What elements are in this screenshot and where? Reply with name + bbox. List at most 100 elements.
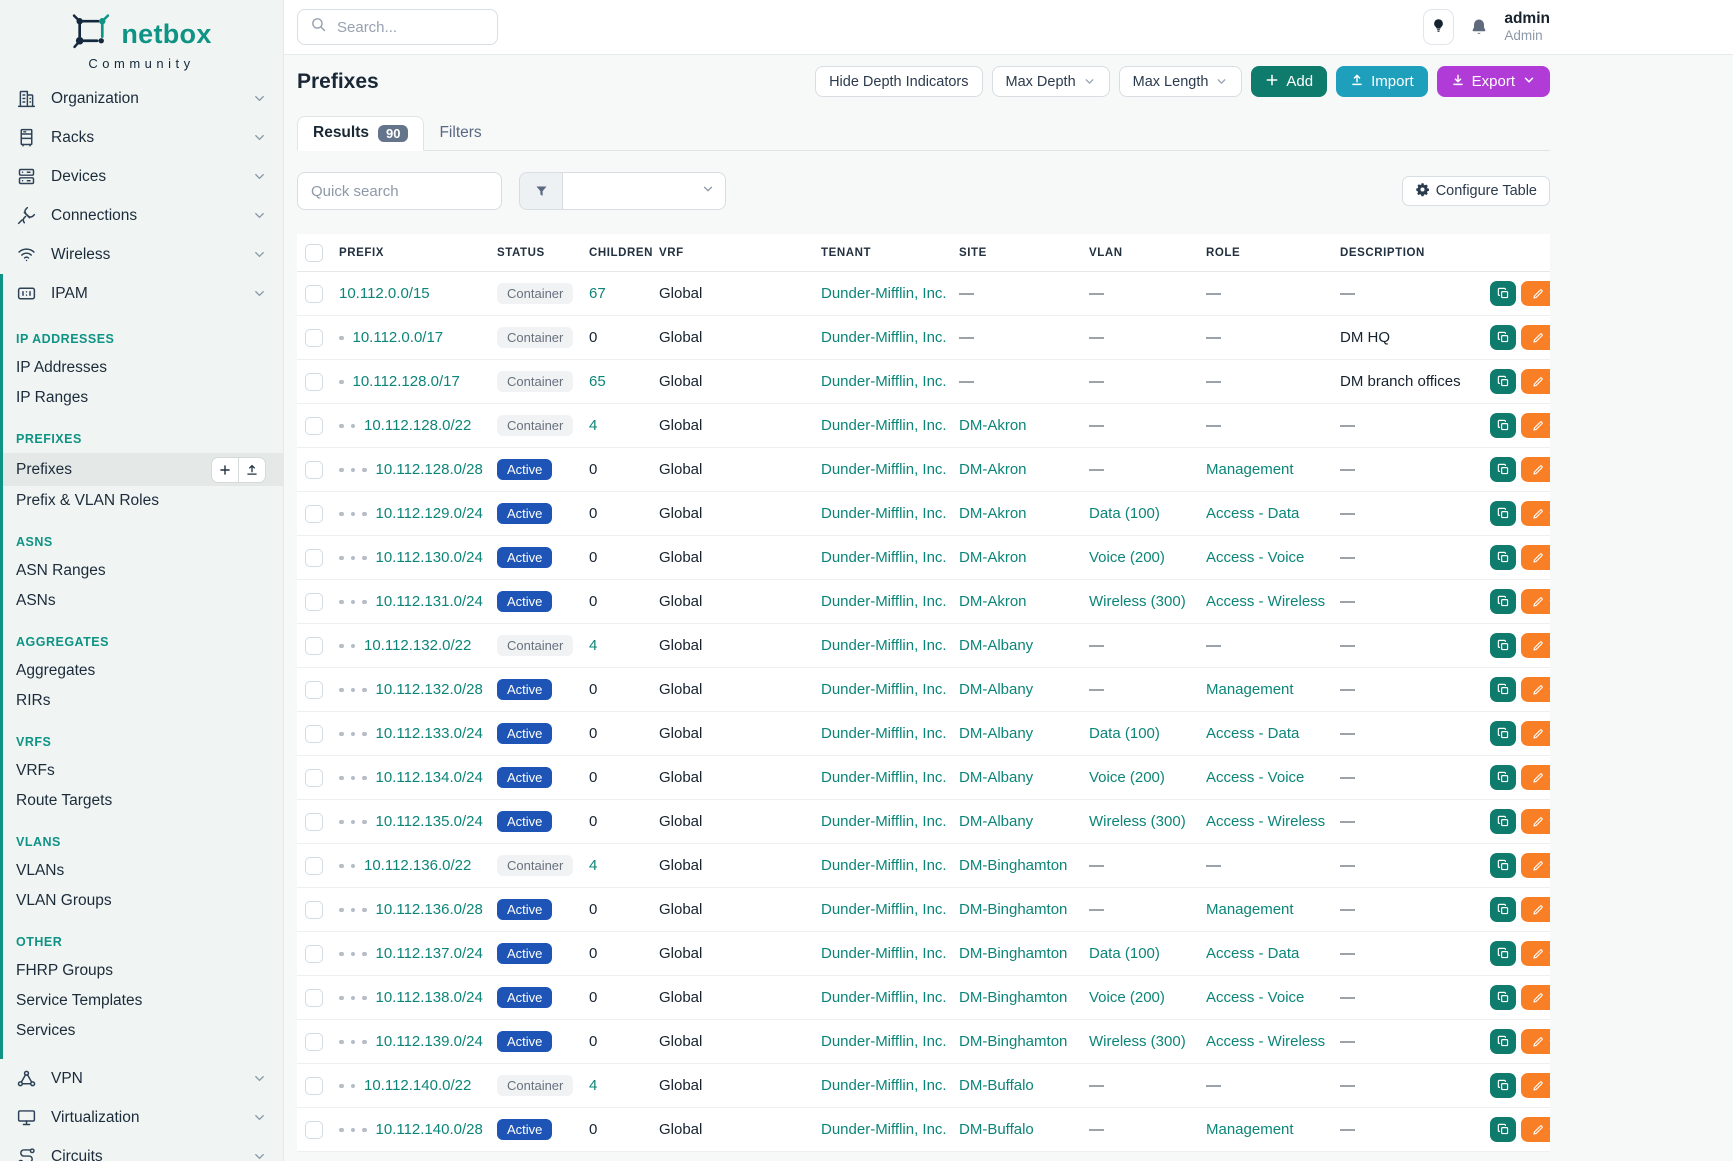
edit-button[interactable] [1521, 281, 1550, 306]
tenant-link[interactable]: Dunder-Mifflin, Inc. [821, 505, 947, 522]
edit-button[interactable] [1521, 985, 1550, 1010]
row-checkbox[interactable] [305, 285, 323, 303]
vlan-link[interactable]: Data (100) [1089, 945, 1160, 962]
theme-toggle-button[interactable] [1423, 9, 1454, 45]
row-checkbox[interactable] [305, 681, 323, 699]
role-link[interactable]: Management [1206, 901, 1294, 918]
copy-button[interactable] [1490, 633, 1516, 658]
edit-button[interactable] [1521, 413, 1550, 438]
tenant-link[interactable]: Dunder-Mifflin, Inc. [821, 1033, 947, 1050]
sidebar-item-aggregates[interactable]: Aggregates [3, 656, 283, 686]
row-checkbox[interactable] [305, 1077, 323, 1095]
role-link[interactable]: Access - Data [1206, 725, 1299, 742]
sidebar-item-circuits[interactable]: Circuits [0, 1137, 283, 1161]
select-all-checkbox[interactable] [305, 244, 323, 262]
add-button[interactable]: Add [1251, 66, 1327, 97]
vlan-link[interactable]: Wireless (300) [1089, 1033, 1186, 1050]
copy-button[interactable] [1490, 677, 1516, 702]
role-link[interactable]: Access - Data [1206, 945, 1299, 962]
role-link[interactable]: Access - Wireless [1206, 813, 1325, 830]
prefix-link[interactable]: 10.112.131.0/24 [376, 593, 483, 610]
copy-button[interactable] [1490, 545, 1516, 570]
site-link[interactable]: DM-Akron [959, 505, 1027, 522]
sidebar-item-ipam[interactable]: IPAM [3, 274, 283, 313]
row-checkbox[interactable] [305, 945, 323, 963]
vlan-link[interactable]: Voice (200) [1089, 989, 1165, 1006]
role-link[interactable]: Management [1206, 681, 1294, 698]
role-link[interactable]: Access - Voice [1206, 989, 1304, 1006]
sidebar-item-vrfs[interactable]: VRFs [3, 756, 283, 786]
prefix-link[interactable]: 10.112.136.0/22 [364, 857, 471, 874]
tenant-link[interactable]: Dunder-Mifflin, Inc. [821, 681, 947, 698]
copy-button[interactable] [1490, 413, 1516, 438]
edit-button[interactable] [1521, 1029, 1550, 1054]
max-depth-dropdown[interactable]: Max Depth [992, 66, 1110, 97]
sidebar-item-asn-ranges[interactable]: ASN Ranges [3, 556, 283, 586]
children-count-link[interactable]: 65 [589, 373, 606, 390]
edit-button[interactable] [1521, 545, 1550, 570]
filter-field-select[interactable] [563, 172, 726, 210]
sidebar-item-ip-ranges[interactable]: IP Ranges [3, 383, 283, 413]
tenant-link[interactable]: Dunder-Mifflin, Inc. [821, 417, 947, 434]
edit-button[interactable] [1521, 897, 1550, 922]
tenant-link[interactable]: Dunder-Mifflin, Inc. [821, 593, 947, 610]
search-input[interactable] [337, 19, 485, 36]
notifications-bell-icon[interactable] [1469, 17, 1489, 37]
role-link[interactable]: Management [1206, 461, 1294, 478]
sidebar-item-vpn[interactable]: VPN [0, 1059, 283, 1098]
edit-button[interactable] [1521, 369, 1550, 394]
edit-button[interactable] [1521, 1073, 1550, 1098]
prefix-link[interactable]: 10.112.128.0/28 [376, 461, 483, 478]
prefix-link[interactable]: 10.112.140.0/22 [364, 1077, 471, 1094]
role-link[interactable]: Access - Voice [1206, 769, 1304, 786]
copy-button[interactable] [1490, 501, 1516, 526]
prefix-link[interactable]: 10.112.136.0/28 [376, 901, 483, 918]
edit-button[interactable] [1521, 853, 1550, 878]
site-link[interactable]: DM-Albany [959, 769, 1033, 786]
row-checkbox[interactable] [305, 1033, 323, 1051]
sidebar-item-rirs[interactable]: RIRs [3, 686, 283, 716]
prefix-link[interactable]: 10.112.140.0/28 [376, 1121, 483, 1138]
role-link[interactable]: Access - Wireless [1206, 1033, 1325, 1050]
row-checkbox[interactable] [305, 857, 323, 875]
children-count-link[interactable]: 67 [589, 285, 606, 302]
tenant-link[interactable]: Dunder-Mifflin, Inc. [821, 813, 947, 830]
tenant-link[interactable]: Dunder-Mifflin, Inc. [821, 373, 947, 390]
site-link[interactable]: DM-Binghamton [959, 901, 1067, 918]
prefix-link[interactable]: 10.112.0.0/17 [353, 329, 444, 346]
site-link[interactable]: DM-Binghamton [959, 945, 1067, 962]
edit-button[interactable] [1521, 325, 1550, 350]
row-checkbox[interactable] [305, 901, 323, 919]
edit-button[interactable] [1521, 501, 1550, 526]
row-checkbox[interactable] [305, 593, 323, 611]
tenant-link[interactable]: Dunder-Mifflin, Inc. [821, 901, 947, 918]
copy-button[interactable] [1490, 1029, 1516, 1054]
sidebar-item-connections[interactable]: Connections [0, 196, 283, 235]
sidebar-item-services[interactable]: Services [3, 1016, 283, 1046]
sidebar-item-route-targets[interactable]: Route Targets [3, 786, 283, 816]
tenant-link[interactable]: Dunder-Mifflin, Inc. [821, 461, 947, 478]
role-link[interactable]: Access - Voice [1206, 549, 1304, 566]
row-checkbox[interactable] [305, 725, 323, 743]
prefix-link[interactable]: 10.112.129.0/24 [376, 505, 483, 522]
row-checkbox[interactable] [305, 329, 323, 347]
tenant-link[interactable]: Dunder-Mifflin, Inc. [821, 549, 947, 566]
copy-button[interactable] [1490, 897, 1516, 922]
vlan-link[interactable]: Data (100) [1089, 505, 1160, 522]
copy-button[interactable] [1490, 985, 1516, 1010]
edit-button[interactable] [1521, 1117, 1550, 1142]
children-count-link[interactable]: 4 [589, 857, 597, 874]
edit-button[interactable] [1521, 765, 1550, 790]
prefix-link[interactable]: 10.112.132.0/28 [376, 681, 483, 698]
site-link[interactable]: DM-Buffalo [959, 1077, 1034, 1094]
export-button[interactable]: Export [1437, 66, 1550, 97]
site-link[interactable]: DM-Akron [959, 593, 1027, 610]
copy-button[interactable] [1490, 941, 1516, 966]
sidebar-item-vlans[interactable]: VLANs [3, 856, 283, 886]
children-count-link[interactable]: 4 [589, 637, 597, 654]
prefix-link[interactable]: 10.112.137.0/24 [376, 945, 483, 962]
sidebar-item-wireless[interactable]: Wireless [0, 235, 283, 274]
copy-button[interactable] [1490, 457, 1516, 482]
row-checkbox[interactable] [305, 549, 323, 567]
sidebar-item-ip-addresses[interactable]: IP Addresses [3, 353, 283, 383]
